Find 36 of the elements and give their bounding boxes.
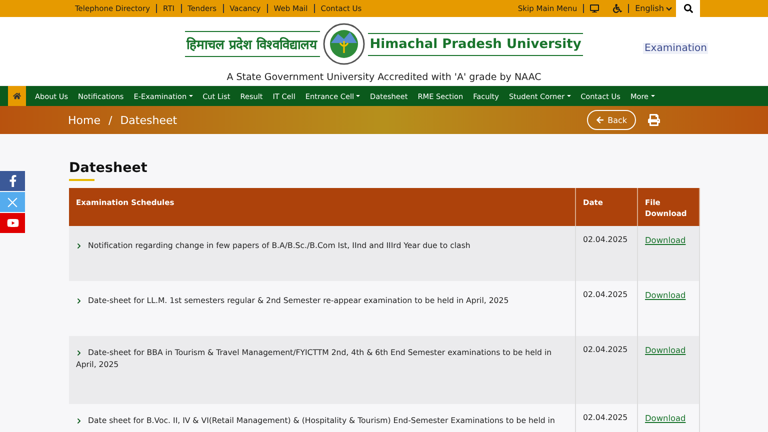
back-button[interactable]: Back [586, 110, 636, 130]
search-button[interactable] [676, 0, 700, 17]
breadcrumb-separator: / [108, 114, 112, 126]
monitor-icon[interactable] [590, 4, 600, 13]
chevron-icon [666, 6, 672, 10]
accessibility-icon[interactable] [613, 4, 622, 13]
caret-icon [566, 95, 571, 97]
section-label: Examination [643, 43, 708, 54]
x-icon [7, 196, 18, 208]
download-link[interactable]: Download [645, 345, 686, 355]
chevron-right-icon [76, 298, 82, 304]
chevron-right-icon [76, 350, 82, 356]
hindi-university-name: हिमाचल प्रदेश विश्वविद्यालय [184, 31, 320, 57]
print-icon[interactable] [648, 114, 660, 126]
home-button[interactable] [8, 86, 26, 106]
university-emblem-icon [322, 23, 365, 65]
chevron-right-icon [76, 418, 82, 424]
page-title: Datesheet [69, 160, 148, 181]
home-icon [13, 92, 21, 100]
chevron-right-icon [76, 242, 82, 249]
breadcrumb-link[interactable]: Datesheet [120, 114, 178, 126]
download-link[interactable]: Download [645, 290, 686, 300]
english-university-name: Himachal Pradesh University [368, 32, 584, 56]
arrow-left-icon [596, 116, 604, 124]
download-link[interactable]: Download [645, 413, 686, 423]
caret-icon [188, 95, 193, 97]
download-link[interactable]: Download [645, 235, 686, 245]
facebook-button[interactable] [0, 171, 25, 191]
breadcrumb-link[interactable]: Home [68, 114, 100, 126]
caret-icon [650, 95, 655, 97]
youtube-button[interactable] [0, 213, 25, 233]
tagline: A State Government University Accredited with 'A' grade by NAAC [226, 72, 542, 83]
caret-icon [356, 95, 360, 97]
language-select[interactable]: English [635, 4, 672, 13]
youtube-icon [6, 217, 18, 229]
search-icon [684, 4, 692, 13]
